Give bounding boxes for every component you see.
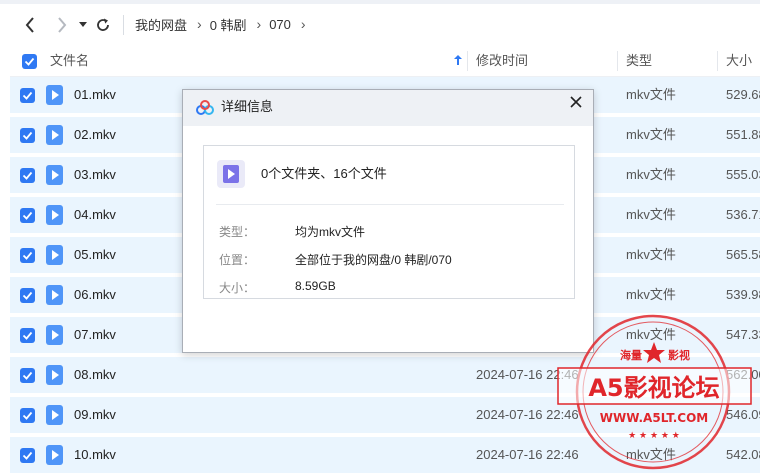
file-type: mkv文件: [626, 207, 676, 222]
table-row[interactable]: 08.mkv 2024-07-16 22:46 562.00: [10, 357, 760, 393]
table-header: 文件名 修改时间 类型 大小: [10, 45, 760, 77]
location-value: 全部位于我的网盘/0 韩剧/070: [295, 253, 452, 267]
file-name[interactable]: 04.mkv: [74, 197, 116, 233]
file-modified: 2024-07-16 22:46: [476, 447, 579, 462]
file-size: 562.00: [726, 367, 760, 382]
row-checkbox[interactable]: [20, 368, 35, 383]
row-checkbox[interactable]: [20, 168, 35, 183]
row-checkbox[interactable]: [20, 248, 35, 263]
details-panel: 0个文件夹、16个文件 类型： 均为mkv文件 位置： 全部位于我的网盘/0 韩…: [203, 145, 575, 299]
video-file-icon: [46, 125, 63, 145]
file-name[interactable]: 09.mkv: [74, 397, 116, 433]
video-file-icon: [46, 205, 63, 225]
close-icon[interactable]: [568, 93, 584, 109]
video-file-icon: [46, 325, 63, 345]
file-name[interactable]: 01.mkv: [74, 77, 116, 113]
file-name[interactable]: 05.mkv: [74, 237, 116, 273]
table-row[interactable]: 10.mkv 2024-07-16 22:46 mkv文件 542.08: [10, 437, 760, 473]
file-size: 547.33: [726, 327, 760, 342]
video-file-icon: [217, 160, 245, 188]
row-checkbox[interactable]: [20, 128, 35, 143]
row-checkbox[interactable]: [20, 328, 35, 343]
file-type: mkv文件: [626, 447, 676, 462]
back-icon[interactable]: [20, 14, 40, 36]
column-divider: [617, 51, 618, 71]
sort-ascending-icon[interactable]: [453, 54, 465, 68]
forward-icon[interactable]: [52, 14, 72, 36]
history-dropdown-icon[interactable]: [76, 14, 90, 36]
video-file-icon: [46, 405, 63, 425]
file-modified: 2024-07-16 22:46: [476, 407, 579, 422]
column-header-size[interactable]: 大小: [726, 45, 752, 77]
type-value: 均为mkv文件: [295, 225, 365, 239]
file-size: 539.98: [726, 287, 760, 302]
file-type: mkv文件: [626, 247, 676, 262]
row-checkbox[interactable]: [20, 448, 35, 463]
file-size: 551.88: [726, 127, 760, 142]
file-type: mkv文件: [626, 87, 676, 102]
row-checkbox[interactable]: [20, 288, 35, 303]
type-label: 类型：: [219, 225, 256, 239]
file-type: mkv文件: [626, 167, 676, 182]
file-type: mkv文件: [626, 127, 676, 142]
video-file-icon: [46, 365, 63, 385]
breadcrumb-item[interactable]: 0 韩剧: [210, 15, 247, 34]
breadcrumb-separator-icon: ›: [197, 16, 202, 32]
file-size: 536.71: [726, 207, 760, 222]
top-divider: [0, 0, 760, 4]
file-size: 529.68: [726, 87, 760, 102]
column-divider: [717, 51, 718, 71]
column-header-name[interactable]: 文件名: [50, 45, 89, 77]
selection-summary: 0个文件夹、16个文件: [261, 166, 387, 181]
size-value: 8.59GB: [295, 279, 336, 293]
row-checkbox[interactable]: [20, 208, 35, 223]
file-name[interactable]: 02.mkv: [74, 117, 116, 153]
breadcrumb-item[interactable]: 070: [269, 17, 291, 32]
file-size: 555.03: [726, 167, 760, 182]
baidu-netdisk-logo-icon: [195, 100, 215, 119]
row-checkbox[interactable]: [20, 88, 35, 103]
file-name[interactable]: 10.mkv: [74, 437, 116, 473]
breadcrumb-separator-icon: ›: [300, 16, 306, 32]
column-divider: [467, 51, 468, 71]
file-type: mkv文件: [626, 327, 676, 342]
file-name[interactable]: 03.mkv: [74, 157, 116, 193]
file-name[interactable]: 06.mkv: [74, 277, 116, 313]
file-size: 565.58: [726, 247, 760, 262]
file-size: 546.09: [726, 407, 760, 422]
details-dialog: 详细信息 0个文件夹、16个文件 类型： 均为mkv文件 位置： 全部位于我的网…: [182, 89, 594, 353]
toolbar: 我的网盘 › 0 韩剧 › 070 ›: [0, 0, 760, 48]
file-name[interactable]: 08.mkv: [74, 357, 116, 393]
table-row[interactable]: 09.mkv 2024-07-16 22:46 546.09: [10, 397, 760, 433]
location-label: 位置：: [219, 253, 256, 267]
refresh-icon[interactable]: [93, 14, 113, 36]
breadcrumb-item[interactable]: 我的网盘: [135, 15, 187, 34]
row-checkbox[interactable]: [20, 408, 35, 423]
video-file-icon: [46, 285, 63, 305]
file-name[interactable]: 07.mkv: [74, 317, 116, 353]
dialog-header: 详细信息: [183, 90, 593, 126]
video-file-icon: [46, 245, 63, 265]
column-header-type[interactable]: 类型: [626, 45, 652, 77]
video-file-icon: [46, 445, 63, 465]
file-type: mkv文件: [626, 287, 676, 302]
file-size: 542.08: [726, 447, 760, 462]
breadcrumb-separator-icon: ›: [256, 16, 262, 32]
video-file-icon: [46, 85, 63, 105]
video-file-icon: [46, 165, 63, 185]
breadcrumb: 我的网盘 › 0 韩剧 › 070 ›: [135, 0, 314, 48]
select-all-checkbox[interactable]: [22, 54, 37, 69]
dialog-title: 详细信息: [221, 99, 274, 114]
file-modified: 2024-07-16 22:46: [476, 367, 579, 382]
size-label: 大小：: [219, 281, 256, 295]
column-header-modified[interactable]: 修改时间: [476, 45, 528, 77]
toolbar-divider: [123, 15, 124, 35]
details-divider: [216, 204, 564, 205]
